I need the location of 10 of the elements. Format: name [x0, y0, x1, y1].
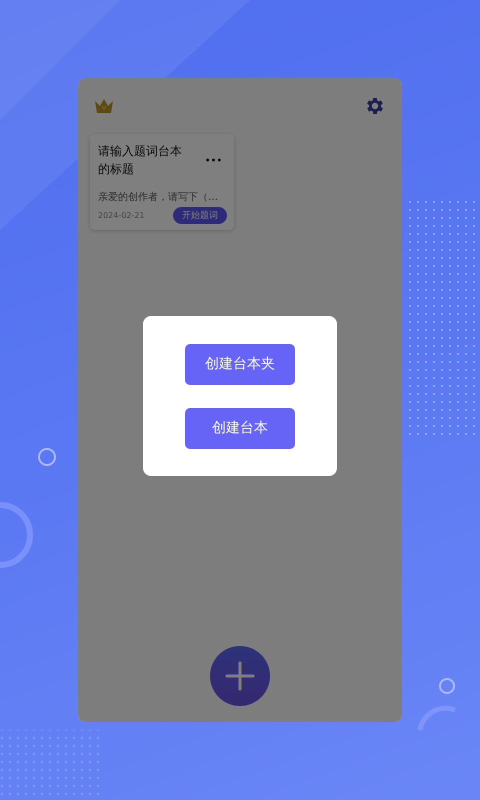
crown-icon[interactable] — [94, 98, 114, 114]
create-button[interactable]: 创建台本夹 — [185, 344, 295, 384]
create-button[interactable]: 创建台本 — [185, 408, 295, 448]
start-button[interactable]: 开始题词 — [173, 207, 227, 224]
card-date: 2024-02-21 — [98, 211, 144, 220]
more-icon[interactable] — [206, 158, 221, 162]
card-title: 请输入题词台本的标题 — [98, 143, 183, 178]
card-excerpt: 亲爱的创作者，请写下（… — [98, 190, 219, 204]
script-card[interactable]: 请输入题词台本的标题 亲爱的创作者，请写下（… 2024-02-21 开始题词 — [90, 134, 234, 230]
plus-icon — [225, 661, 255, 691]
